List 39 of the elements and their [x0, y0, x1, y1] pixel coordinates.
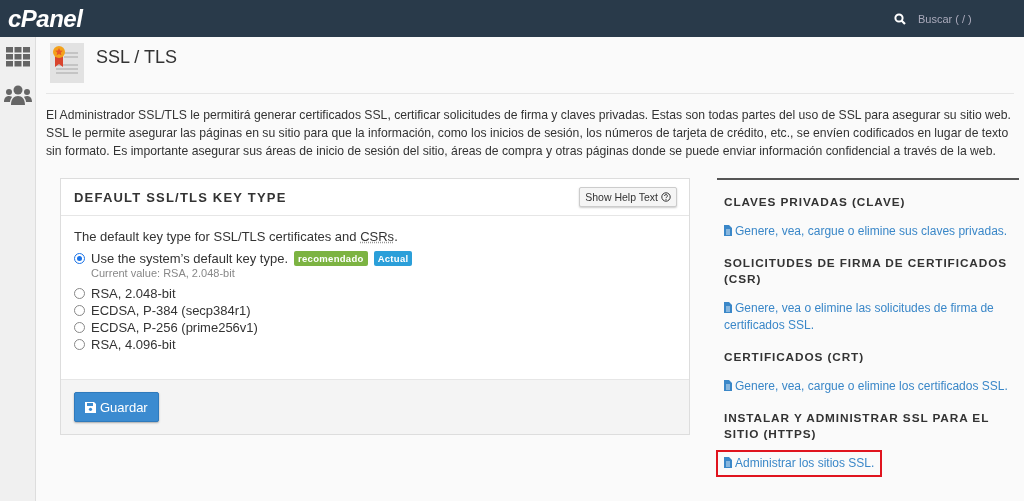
- section-heading: INSTALAR Y ADMINISTRAR SSL PARA EL SITIO (HTTPS): [724, 410, 991, 442]
- intro-text: The default key type for SSL/TLS certificates and CSRs.: [74, 229, 399, 244]
- file-icon: [724, 457, 732, 468]
- users-icon[interactable]: [3, 85, 32, 105]
- section-heading: CLAVES PRIVADAS (CLAVE): [724, 194, 907, 210]
- help-button[interactable]: Show Help Text: [579, 187, 677, 207]
- badge: recomendado: [294, 251, 368, 266]
- option-label: RSA, 2.048-bit: [91, 286, 176, 301]
- radio-option[interactable]: Use the system’s default key type. recomendado Actual: [74, 250, 676, 267]
- grid-icon[interactable]: [5, 47, 30, 67]
- help-icon: [661, 192, 671, 202]
- search-field[interactable]: Buscar ( / ): [916, 11, 1010, 26]
- page-title: SSL / TLS: [96, 47, 178, 68]
- link[interactable]: Genere, vea o elimine las solicitudes de firma de certificados SSL.: [716, 295, 1019, 339]
- floppy-icon: [85, 401, 96, 413]
- link[interactable]: Administrar los sitios SSL.: [716, 450, 883, 477]
- radio-option[interactable]: ECDSA, P-256 (prime256v1): [74, 319, 676, 336]
- radio-option[interactable]: RSA, 4.096-bit: [74, 336, 676, 353]
- file-icon: [724, 225, 732, 236]
- save-button[interactable]: Guardar: [74, 392, 159, 422]
- option-label: ECDSA, P-384 (secp384r1): [91, 303, 251, 318]
- option-label: ECDSA, P-256 (prime256v1): [91, 320, 258, 335]
- link[interactable]: Genere, vea, cargue o elimine sus claves privadas.: [716, 218, 1016, 245]
- link[interactable]: Genere, vea, cargue o elimine los certificados SSL.: [716, 373, 1016, 400]
- search-icon: [894, 12, 906, 25]
- radio-option[interactable]: RSA, 2.048-bit: [74, 285, 676, 302]
- certificate-icon: [50, 43, 84, 83]
- radio-option[interactable]: ECDSA, P-384 (secp384r1): [74, 302, 676, 319]
- option-label: RSA, 4.096-bit: [91, 337, 176, 352]
- file-icon: [724, 302, 732, 313]
- current-value-note: Current value: RSA, 2.048-bit: [91, 267, 236, 279]
- section-heading: CERTIFICADOS (CRT): [724, 349, 866, 365]
- section-heading: SOLICITUDES DE FIRMA DE CERTIFICADOS (CSR): [724, 255, 1008, 287]
- badge: Actual: [373, 251, 413, 266]
- panel-title: DEFAULT SSL/TLS KEY TYPE: [74, 189, 287, 205]
- option-label: Use the system’s default key type.: [91, 251, 289, 266]
- logo[interactable]: cPanel: [8, 4, 83, 33]
- description: El Administrador SSL/TLS le permitirá generar certificados SSL, certificar solicitudes de firma y claves privadas. Estas son todas partes del uso de SSL para asegurar su sitio web. SSL le permite asegurar las páginas en su sitio para que la información, como los inicios de sesión, los números de tarjeta de crédito, etc., se envíen codificados en lugar de texto sin formato. Es importante asegurar sus áreas de inicio de sesión del sitio, áreas de compra y otras páginas donde se puede enviar información confidencial a través de la web.: [46, 107, 1012, 160]
- file-icon: [724, 380, 732, 391]
